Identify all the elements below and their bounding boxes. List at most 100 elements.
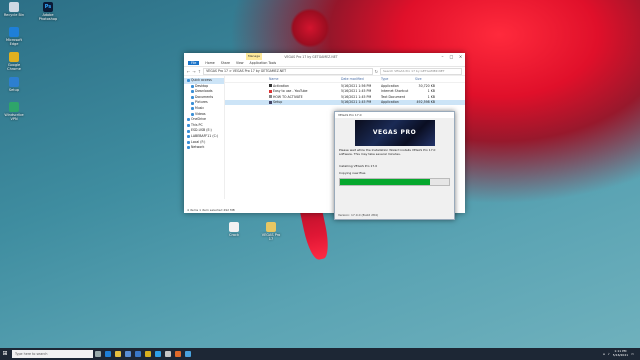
media-player-icon[interactable]	[173, 348, 183, 360]
file-icon	[269, 100, 272, 104]
taskbar-app-glyph	[95, 351, 101, 357]
column-header[interactable]: Name	[269, 77, 341, 81]
minimize-icon[interactable]: –	[438, 53, 447, 60]
app-icon	[9, 2, 19, 12]
explorer-titlebar[interactable]: Manage VEGAS Pro 17 by GETGAMEZ.NET – □ …	[184, 53, 465, 60]
desktop-icon[interactable]: Google Chrome	[2, 52, 26, 71]
folder-icon	[191, 101, 194, 105]
photoshop-icon: Ps	[43, 2, 53, 12]
file-icon	[269, 95, 272, 99]
ribbon-tabs: File Home Share View Application Tools	[184, 60, 465, 67]
column-header[interactable]: Type	[381, 77, 415, 81]
ribbon-tab[interactable]: View	[236, 61, 244, 65]
photoshop-icon[interactable]	[153, 348, 163, 360]
folder-icon	[187, 124, 190, 128]
file-name: Activation	[273, 83, 289, 88]
ribbon-tab[interactable]: File	[188, 61, 200, 65]
clock[interactable]: 1:11 PM 5/16/2021	[613, 350, 628, 357]
up-icon[interactable]: ↑	[198, 69, 201, 74]
taskbar-app-glyph	[125, 351, 131, 357]
volume-icon[interactable]: ♪	[608, 352, 610, 356]
back-icon[interactable]: ←	[187, 69, 190, 74]
folder-icon	[191, 90, 194, 94]
flower-petal	[290, 8, 330, 48]
mail-icon[interactable]	[133, 348, 143, 360]
installing-label: Installing VEGAS Pro 17.0	[339, 164, 378, 169]
setup-icon[interactable]	[183, 348, 193, 360]
desktop-icon-label: Crack	[229, 233, 239, 237]
app-icon	[9, 27, 19, 37]
file-name: Easy to use - YouTube	[273, 89, 308, 94]
folder-icon	[191, 112, 194, 116]
taskbar-app-glyph	[105, 351, 111, 357]
file-type: Text Document	[381, 94, 405, 99]
desktop-icon-label: Microsoft Edge	[6, 38, 22, 46]
file-icon	[266, 222, 276, 232]
nav-item-label: Network	[191, 145, 205, 150]
search-input[interactable]: Search VEGAS Pro 17 by GETGAMEZ.NET	[380, 67, 462, 75]
edge-icon[interactable]	[103, 348, 113, 360]
desktop-icon[interactable]: VEGAS Pro 17	[259, 222, 283, 241]
desktop-icon[interactable]: Crack	[222, 222, 246, 237]
column-headers: Name Date modified Type Size	[225, 76, 465, 83]
nav-item[interactable]: Network	[184, 145, 224, 151]
ribbon-tab[interactable]: Home	[205, 61, 214, 65]
taskbar-search[interactable]: Type here to search	[12, 350, 93, 358]
desktop-icon[interactable]: Windscribe VPN	[2, 102, 26, 121]
column-header[interactable]: Date modified	[341, 77, 381, 81]
file-icon	[269, 84, 272, 88]
file-type: Internet Shortcut	[381, 89, 409, 94]
store-icon[interactable]	[123, 348, 133, 360]
column-header[interactable]: Size	[415, 77, 435, 81]
desktop-icon[interactable]: Microsoft Edge	[2, 27, 26, 46]
app-icon	[9, 52, 19, 62]
file-size: 30,720 KB	[418, 83, 435, 88]
task-view-icon[interactable]	[93, 348, 103, 360]
maximize-icon[interactable]: □	[447, 53, 456, 60]
app-icon	[9, 102, 19, 112]
window-title: VEGAS Pro 17 by GETGAMEZ.NET	[284, 54, 338, 59]
chrome-icon[interactable]	[143, 348, 153, 360]
file-name: Setup	[273, 100, 283, 105]
folder-icon	[191, 96, 194, 100]
installer-window[interactable]: VEGAS Pro 17.0 VEGAS PRO Please wait whi…	[334, 111, 455, 220]
navigation-pane: Quick access Desktop Downloads Documents Pic…	[184, 76, 225, 199]
folder-icon	[187, 79, 190, 83]
address-bar-row: ← → ↑ VEGAS Pro 17 > VEGAS Pro 17 by GET…	[184, 67, 465, 76]
desktop-icon-label: Setup	[8, 88, 20, 92]
progress-fill	[340, 179, 431, 186]
desktop-icon-photoshop[interactable]: Ps Adobe Photoshop	[36, 2, 60, 21]
taskbar-app-glyph	[145, 351, 151, 357]
folder-icon	[187, 118, 190, 122]
desktop-icon-label: Adobe Photoshop	[38, 13, 58, 21]
file-date: 5/16/2021 1:45 PM	[341, 89, 372, 94]
vegas-icon[interactable]	[163, 348, 173, 360]
file-type: Application	[381, 100, 399, 105]
taskbar: ⊞ Type here to search ⌂ ♪ 1:11 PM 5/16/2…	[0, 348, 640, 360]
file-size: 1 KB	[427, 94, 435, 99]
manage-tab[interactable]: Manage	[246, 53, 262, 60]
desktop-icon[interactable]: Recycle Bin	[2, 2, 26, 17]
address-bar[interactable]: VEGAS Pro 17 > VEGAS Pro 17 by GETGAMEZ.…	[203, 67, 373, 75]
ribbon-tab[interactable]: Application Tools	[250, 61, 277, 65]
desktop-icon-label: Google Chrome	[7, 63, 21, 71]
desktop-icon[interactable]: Setup	[2, 77, 26, 92]
refresh-icon[interactable]: ↻	[375, 69, 378, 74]
network-icon[interactable]: ⌂	[603, 352, 605, 356]
taskbar-app-glyph	[165, 351, 171, 357]
file-row[interactable]: Setup 5/16/2021 1:45 PM Application 492,598…	[225, 99, 465, 105]
desktop-icon-label: VEGAS Pro 17	[261, 233, 281, 241]
forward-icon[interactable]: →	[192, 69, 195, 74]
taskbar-app-glyph	[185, 351, 191, 357]
close-icon[interactable]: ×	[456, 53, 465, 60]
ribbon-tab[interactable]: Share	[221, 61, 230, 65]
file-explorer-icon[interactable]	[113, 348, 123, 360]
folder-icon	[187, 140, 190, 144]
folder-icon	[191, 84, 194, 88]
notification-icon[interactable]: ▭	[631, 352, 634, 356]
file-name: HOW TO ACTIVATE	[273, 94, 303, 99]
folder-icon	[191, 107, 194, 111]
app-icon	[9, 77, 19, 87]
start-button[interactable]: ⊞	[0, 348, 10, 360]
file-date: 5/16/2021 1:45 PM	[341, 100, 372, 105]
